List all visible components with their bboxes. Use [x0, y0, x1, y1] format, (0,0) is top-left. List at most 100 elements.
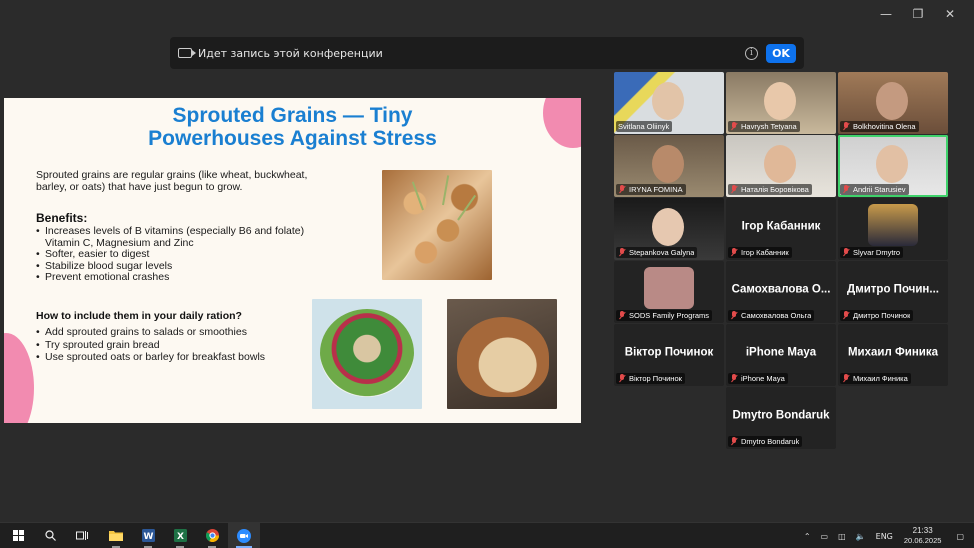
- participant-tile[interactable]: Svitlana Oliinyk: [614, 72, 724, 134]
- muted-mic-icon: [730, 122, 738, 131]
- slide-title-line-2: Powerhouses Against Stress: [148, 127, 437, 150]
- sprouted-grains-image: [382, 170, 492, 280]
- participant-video-face: [764, 145, 796, 183]
- participant-name-label: Віктор Починок: [616, 373, 685, 384]
- participant-tile[interactable]: Slyvar Dmytro: [838, 198, 948, 260]
- notifications-icon[interactable]: ▢: [956, 532, 964, 541]
- participant-name-label: iPhone Maya: [728, 373, 788, 384]
- list-item: Increases levels of B vitamins (especial…: [36, 225, 336, 249]
- file-explorer-button[interactable]: [100, 523, 132, 548]
- list-item: Use sprouted oats or barley for breakfas…: [36, 351, 296, 364]
- list-item: Add sprouted grains to salads or smoothi…: [36, 326, 296, 339]
- participant-name-label: IRYNA FOMINA: [616, 184, 686, 195]
- participant-video-face: [876, 145, 908, 183]
- zoom-icon: [237, 528, 251, 543]
- participant-tile[interactable]: Наталія Боровікова: [726, 135, 836, 197]
- participant-tile[interactable]: iPhone Maya iPhone Maya: [726, 324, 836, 386]
- participant-tile[interactable]: Havrysh Tetyana: [726, 72, 836, 134]
- muted-mic-icon: [730, 248, 738, 257]
- muted-mic-icon: [618, 185, 626, 194]
- participant-tile[interactable]: Stepankova Galyna: [614, 198, 724, 260]
- volume-icon[interactable]: 🔈: [856, 532, 866, 541]
- start-button[interactable]: [2, 523, 34, 548]
- recording-banner-text: Идет запись этой конференции: [198, 46, 383, 60]
- network-icon[interactable]: ◫: [838, 532, 846, 541]
- participant-tile[interactable]: Andrii Starusiev: [838, 135, 948, 197]
- restore-button[interactable]: ❐: [902, 6, 934, 22]
- folder-icon: [109, 531, 123, 541]
- participant-name-label: Михаил Финика: [840, 373, 911, 384]
- task-view-button[interactable]: [66, 523, 98, 548]
- excel-button[interactable]: X: [164, 523, 196, 548]
- participant-avatar: [644, 267, 694, 309]
- windows-logo-icon: [12, 530, 24, 541]
- muted-mic-icon: [842, 311, 850, 320]
- participant-name-label: Ігор Кабанник: [728, 247, 792, 258]
- participant-name-label: Slyvar Dmytro: [840, 247, 904, 258]
- participant-name: SODS Family Programs: [629, 311, 710, 320]
- close-button[interactable]: ✕: [934, 6, 966, 22]
- svg-text:X: X: [177, 532, 184, 542]
- participant-tile[interactable]: Віктор Починок Віктор Починок: [614, 324, 724, 386]
- slide-title-line-1: Sprouted Grains — Tiny: [172, 104, 413, 127]
- minimize-button[interactable]: —: [870, 6, 902, 22]
- participant-tile[interactable]: Ігор Кабанник Ігор Кабанник: [726, 198, 836, 260]
- participant-tile[interactable]: IRYNA FOMINA: [614, 135, 724, 197]
- participant-photo: [868, 204, 918, 246]
- participant-display-name: Михаил Финика: [847, 346, 939, 359]
- muted-mic-icon: [618, 311, 626, 320]
- list-item: Try sprouted grain bread: [36, 339, 296, 352]
- info-icon[interactable]: i: [745, 46, 758, 60]
- participant-name: Svitlana Oliinyk: [618, 122, 670, 131]
- ok-button[interactable]: OK: [766, 43, 796, 63]
- participant-tile[interactable]: Михаил Финика Михаил Финика: [838, 324, 948, 386]
- slide-title: Sprouted Grains — Tiny Powerhouses Again…: [4, 104, 581, 150]
- participant-name: Stepankova Galyna: [629, 248, 695, 257]
- muted-mic-icon: [842, 374, 850, 383]
- participant-tile[interactable]: Bolkhovitina Olena: [838, 72, 948, 134]
- recording-camera-icon: [178, 48, 196, 58]
- chevron-up-icon[interactable]: ⌃: [804, 532, 811, 541]
- participant-name: Самохвалова Ольга: [741, 311, 812, 320]
- muted-mic-icon: [618, 248, 626, 257]
- participant-name: IRYNA FOMINA: [629, 185, 683, 194]
- participant-name: Наталія Боровікова: [741, 185, 809, 194]
- word-button[interactable]: W: [132, 523, 164, 548]
- battery-icon[interactable]: ▭: [821, 532, 829, 541]
- participant-tile[interactable]: Dmytro Bondaruk Dmytro Bondaruk: [726, 387, 836, 449]
- participant-name: iPhone Maya: [741, 374, 785, 383]
- system-tray: ⌃ ▭ ◫ 🔈 ENG 21:33 20.06.2025 ▢: [799, 523, 974, 548]
- task-view-icon: [76, 531, 88, 540]
- participant-name-label: Bolkhovitina Olena: [840, 121, 919, 132]
- participant-tile[interactable]: Дмитро Почин... Дмитро Починок: [838, 261, 948, 323]
- participant-name-label: Andrii Starusiev: [840, 184, 909, 195]
- salad-bowl-image: [312, 299, 422, 409]
- participant-name-label: Havrysh Tetyana: [728, 121, 800, 132]
- participant-tile[interactable]: SODS Family Programs: [614, 261, 724, 323]
- participant-video-face: [876, 82, 908, 120]
- clock[interactable]: 21:33 20.06.2025: [904, 526, 942, 546]
- participant-name-label: Svitlana Oliinyk: [616, 121, 673, 132]
- search-button[interactable]: [34, 523, 66, 548]
- participant-display-name: Dmytro Bondaruk: [732, 409, 830, 422]
- participant-name: Andrii Starusiev: [853, 185, 906, 194]
- participant-name-label: Наталія Боровікова: [728, 184, 812, 195]
- zoom-button[interactable]: [228, 522, 260, 548]
- excel-icon: X: [173, 529, 187, 542]
- language-indicator[interactable]: ENG: [876, 532, 893, 541]
- muted-mic-icon: [842, 248, 850, 257]
- list-item: Prevent emotional crashes: [36, 271, 336, 284]
- participant-display-name: iPhone Maya: [745, 346, 817, 359]
- participant-display-name: Дмитро Почин...: [847, 283, 939, 296]
- participant-video-face: [764, 82, 796, 120]
- participant-display-name: Самохвалова О...: [731, 283, 831, 296]
- participant-video-face: [652, 145, 684, 183]
- clock-date: 20.06.2025: [903, 536, 942, 545]
- muted-mic-icon: [842, 185, 850, 194]
- participant-name: Ігор Кабанник: [741, 248, 789, 257]
- muted-mic-icon: [730, 185, 738, 194]
- chrome-button[interactable]: [196, 523, 228, 548]
- participant-tile[interactable]: Самохвалова О... Самохвалова Ольга: [726, 261, 836, 323]
- muted-mic-icon: [618, 374, 626, 383]
- howto-heading: How to include them in your daily ration…: [36, 310, 242, 322]
